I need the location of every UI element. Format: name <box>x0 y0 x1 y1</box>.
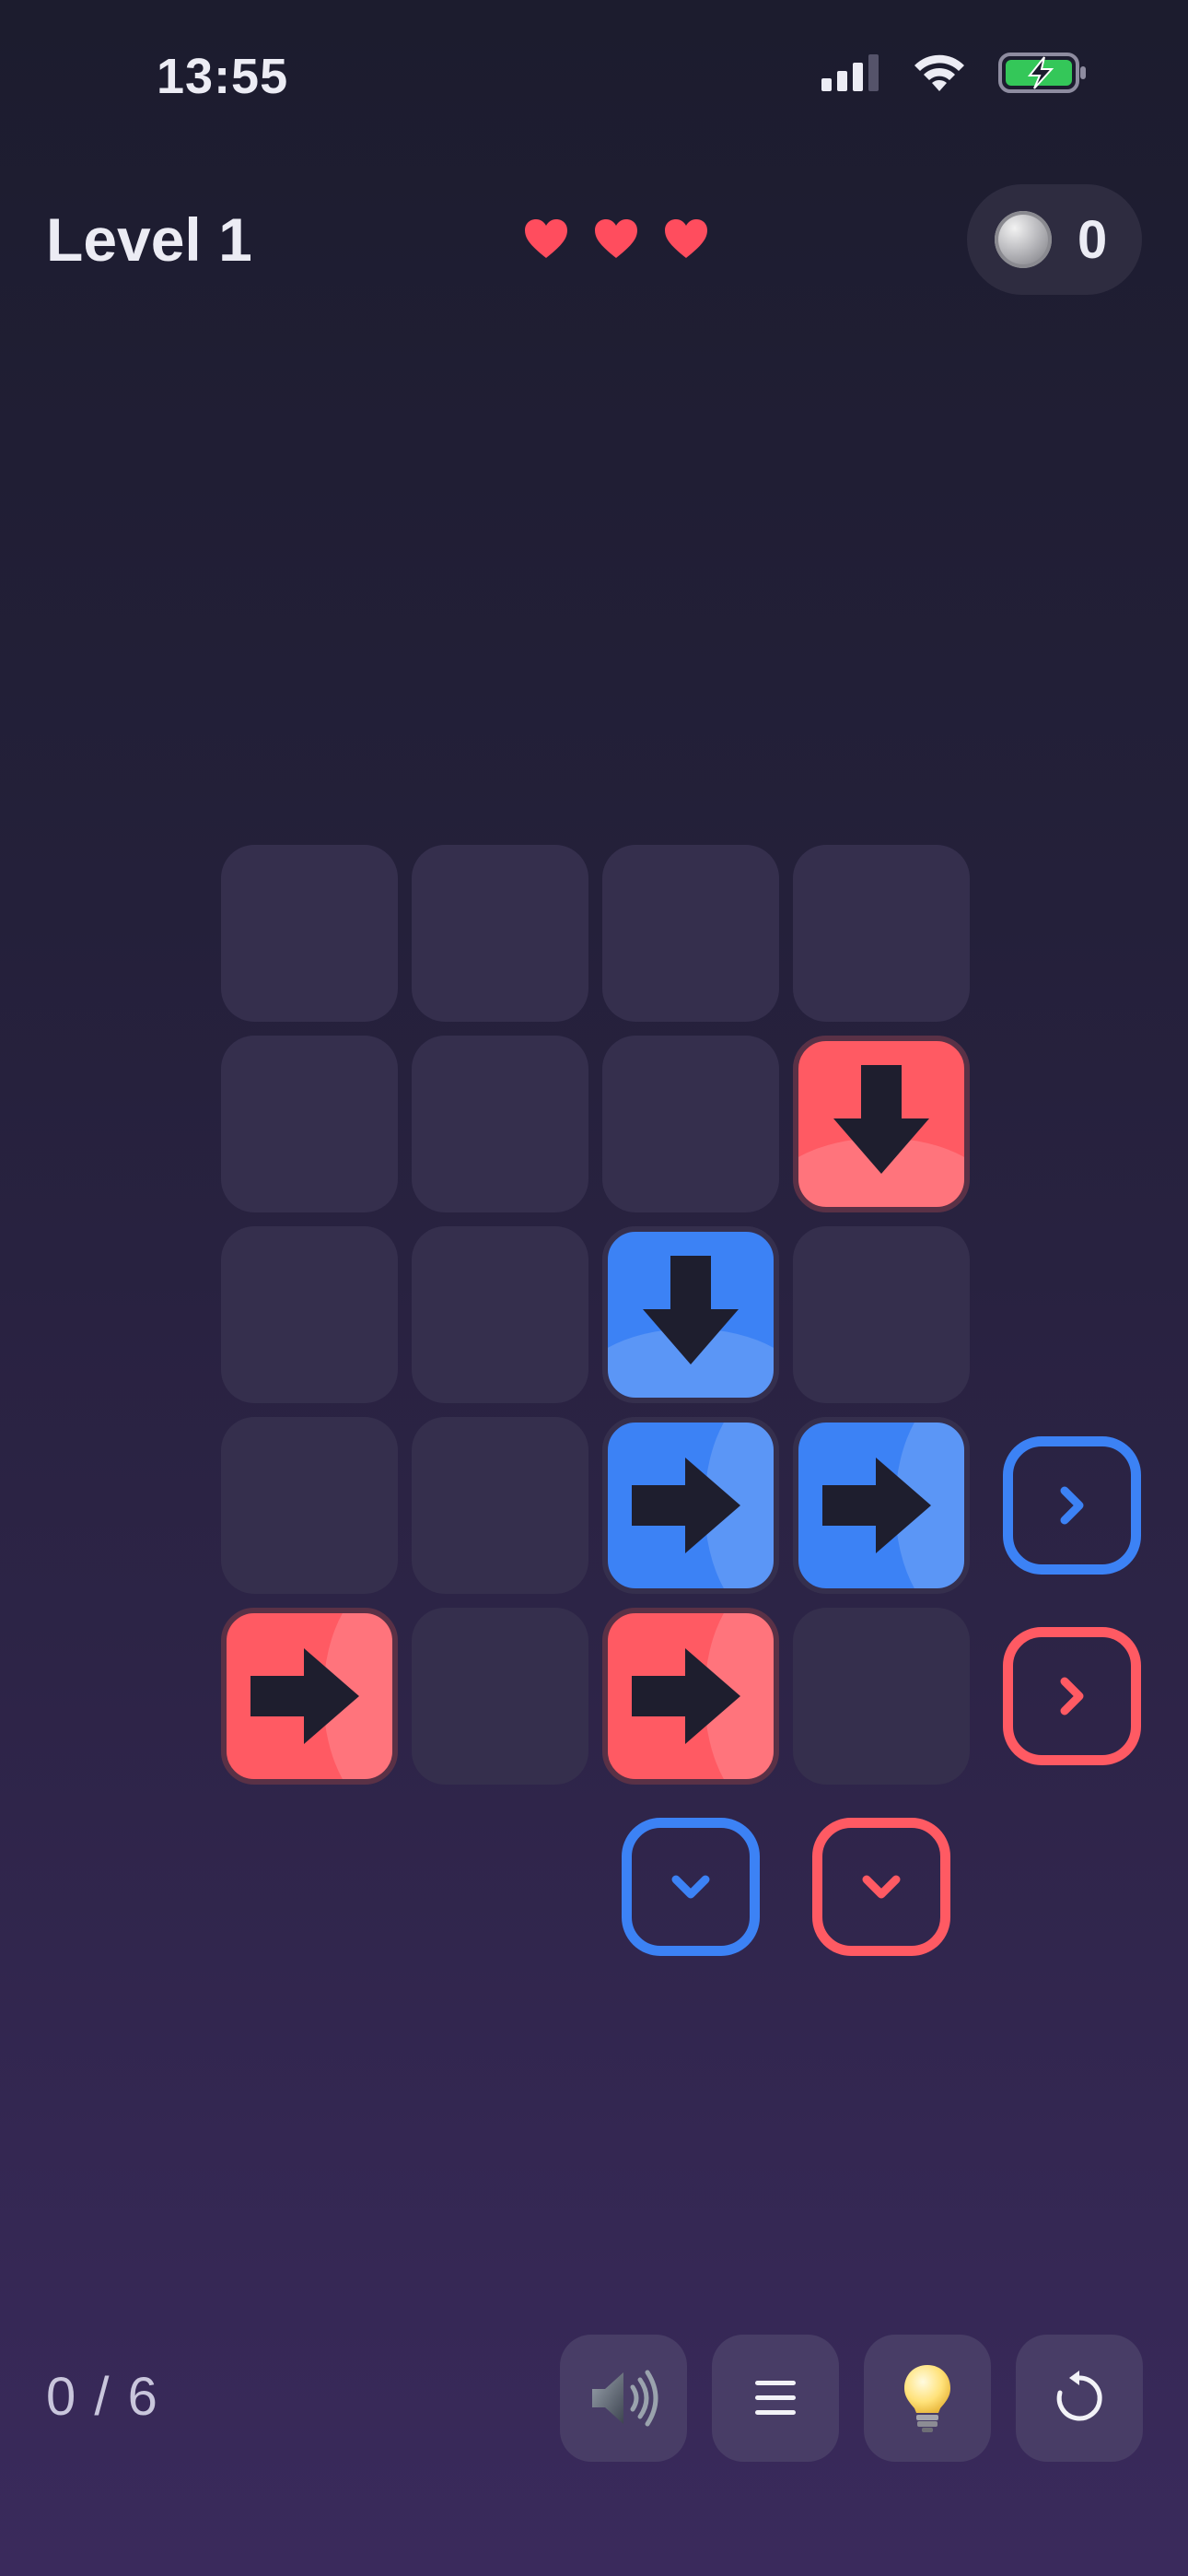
grid-cell <box>412 1226 588 1403</box>
grid-cell <box>602 1036 779 1212</box>
arrow-right-icon <box>632 1458 740 1553</box>
hint-button[interactable] <box>864 2335 991 2462</box>
blue-arrow-tile-right[interactable] <box>602 1417 779 1594</box>
chevron-right-icon <box>1060 1677 1084 1715</box>
arrow-down-icon <box>833 1065 929 1174</box>
red-arrow-tile-down[interactable] <box>793 1036 970 1212</box>
red-arrow-tile-right[interactable] <box>602 1608 779 1785</box>
progress-counter: 0 / 6 <box>46 2367 159 2427</box>
grid-cell <box>793 1608 970 1785</box>
grid-cell <box>793 1226 970 1403</box>
sound-button[interactable] <box>560 2335 687 2462</box>
grid-cell <box>412 1417 588 1594</box>
blue-exit-right <box>1003 1436 1141 1575</box>
grid-cell <box>221 1417 398 1594</box>
menu-button[interactable] <box>712 2335 839 2462</box>
menu-icon <box>755 2381 796 2415</box>
restart-button[interactable] <box>1016 2335 1143 2462</box>
arrow-down-icon <box>643 1256 739 1364</box>
blue-arrow-tile-down[interactable] <box>602 1226 779 1403</box>
grid-cell <box>221 845 398 1022</box>
grid-cell <box>412 1036 588 1212</box>
chevron-down-icon <box>671 1875 710 1899</box>
arrow-right-icon <box>822 1458 931 1553</box>
grid-cell <box>412 1608 588 1785</box>
speaker-icon <box>592 2370 658 2427</box>
arrow-right-icon <box>250 1648 359 1744</box>
arrow-right-icon <box>632 1648 740 1744</box>
grid-cell <box>793 845 970 1022</box>
blue-exit-bottom <box>622 1818 760 1956</box>
chevron-right-icon <box>1060 1486 1084 1525</box>
restart-icon <box>1056 2371 1102 2421</box>
grid-cell <box>221 1226 398 1403</box>
red-arrow-tile-right[interactable] <box>221 1608 398 1785</box>
grid-cell <box>602 845 779 1022</box>
grid-cell <box>221 1036 398 1212</box>
red-exit-right <box>1003 1627 1141 1765</box>
red-exit-bottom <box>812 1818 950 1956</box>
game-board <box>0 0 1188 2576</box>
lightbulb-icon <box>904 2365 950 2432</box>
blue-arrow-tile-right[interactable] <box>793 1417 970 1594</box>
chevron-down-icon <box>862 1875 901 1899</box>
grid-cell <box>412 845 588 1022</box>
